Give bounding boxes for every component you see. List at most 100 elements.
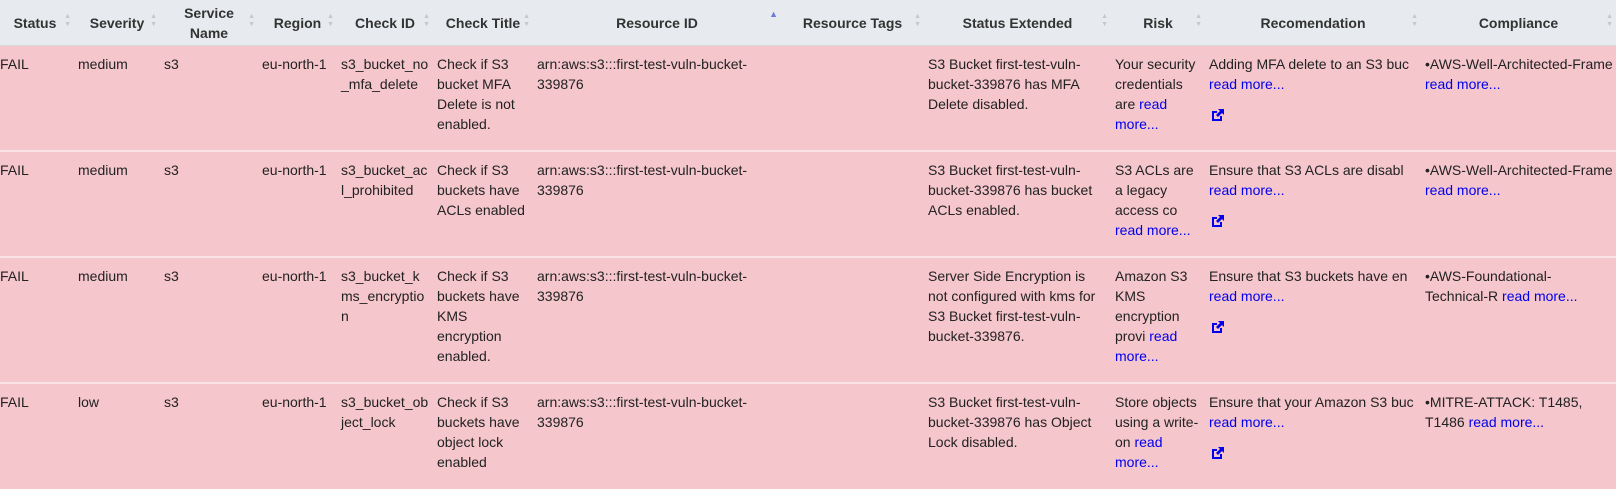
cell-status-extended: S3 Bucket first-test-vuln-bucket-339876 … <box>924 151 1111 258</box>
sort-icon[interactable]: ▲ ▼ <box>914 13 921 29</box>
findings-table: Status ▲ ▼ Severity ▲ ▼ Service Name ▲ ▼ Regio… <box>0 0 1616 489</box>
cell-risk: Store objects using a write-on read more… <box>1111 383 1205 489</box>
cell-resource-tags <box>781 383 924 489</box>
cell-severity: low <box>74 383 160 489</box>
column-label: Resource ID <box>616 14 698 31</box>
cell-region: eu-north-1 <box>258 257 337 384</box>
cell-recommendation: Adding MFA delete to an S3 buc read more.… <box>1205 45 1421 152</box>
sort-icon[interactable]: ▲ ▼ <box>1101 13 1108 29</box>
column-label: Resource Tags <box>802 14 903 31</box>
cell-status: FAIL <box>0 257 74 384</box>
cell-resource-tags <box>781 151 924 258</box>
cell-status-extended: S3 Bucket first-test-vuln-bucket-339876 … <box>924 383 1111 489</box>
cell-service: s3 <box>160 45 258 152</box>
column-label: Compliance <box>1478 14 1559 31</box>
column-header-compliance[interactable]: Compliance ▲ ▼ <box>1421 0 1616 46</box>
column-header-check-id[interactable]: Check ID ▲ ▼ <box>337 0 433 46</box>
risk-read-more-link[interactable]: read more... <box>1115 222 1190 238</box>
cell-check-title: Check if S3 buckets have KMS encryption … <box>433 257 533 384</box>
recommendation-read-more-link[interactable]: read more... <box>1209 414 1284 430</box>
column-label: Service Name <box>184 4 234 41</box>
column-header-status[interactable]: Status ▲ ▼ <box>0 0 74 46</box>
cell-recommendation: Ensure that your Amazon S3 buc read more.… <box>1205 383 1421 489</box>
cell-risk: S3 ACLs are a legacy access co read more… <box>1111 151 1205 258</box>
cell-recommendation: Ensure that S3 buckets have en read more.… <box>1205 257 1421 384</box>
findings-table-container: Status ▲ ▼ Severity ▲ ▼ Service Name ▲ ▼ Regio… <box>0 0 1616 489</box>
sort-icon[interactable]: ▲ ▼ <box>248 13 255 29</box>
column-label: Check ID <box>355 14 415 31</box>
compliance-read-more-link[interactable]: read more... <box>1425 76 1500 92</box>
cell-region: eu-north-1 <box>258 151 337 258</box>
cell-service: s3 <box>160 151 258 258</box>
column-header-resource-tags[interactable]: Resource Tags ▲ ▼ <box>781 0 924 46</box>
cell-status: FAIL <box>0 45 74 152</box>
external-link-icon[interactable] <box>1209 214 1225 230</box>
compliance-read-more-link[interactable]: read more... <box>1425 182 1500 198</box>
cell-service: s3 <box>160 383 258 489</box>
cell-severity: medium <box>74 257 160 384</box>
cell-status: FAIL <box>0 383 74 489</box>
cell-resource-tags <box>781 257 924 384</box>
column-header-severity[interactable]: Severity ▲ ▼ <box>74 0 160 46</box>
table-row: FAIL medium s3 eu-north-1 s3_bucket_kms_… <box>0 257 1616 384</box>
recommendation-read-more-link[interactable]: read more... <box>1209 288 1284 304</box>
risk-text: S3 ACLs are a legacy access co <box>1115 162 1194 218</box>
column-header-status-extended[interactable]: Status Extended ▲ ▼ <box>924 0 1111 46</box>
cell-severity: medium <box>74 151 160 258</box>
cell-check-title: Check if S3 bucket MFA Delete is not ena… <box>433 45 533 152</box>
sort-icon[interactable]: ▲ ▼ <box>64 13 71 29</box>
cell-region: eu-north-1 <box>258 383 337 489</box>
recommendation-text: Adding MFA delete to an S3 buc <box>1209 56 1410 72</box>
sort-icon[interactable]: ▲ ▼ <box>150 13 157 29</box>
cell-compliance: •AWS-Well-Architected-Framewo read more..… <box>1421 45 1616 152</box>
cell-risk: Amazon S3 KMS encryption provi read more… <box>1111 257 1205 384</box>
table-row: FAIL low s3 eu-north-1 s3_bucket_object_… <box>0 383 1616 489</box>
cell-compliance: •AWS-Well-Architected-Framewo read more..… <box>1421 151 1616 258</box>
cell-check-id: s3_bucket_kms_encryption <box>337 257 433 384</box>
column-header-recommendation[interactable]: Recomendation ▲ ▼ <box>1205 0 1421 46</box>
cell-check-id: s3_bucket_object_lock <box>337 383 433 489</box>
cell-resource-id: arn:aws:s3:::first-test-vuln-bucket-3398… <box>533 45 781 152</box>
cell-resource-id: arn:aws:s3:::first-test-vuln-bucket-3398… <box>533 151 781 258</box>
cell-check-id: s3_bucket_acl_prohibited <box>337 151 433 258</box>
sort-icon[interactable]: ▲ ▼ <box>1195 13 1202 29</box>
column-header-risk[interactable]: Risk ▲ ▼ <box>1111 0 1205 46</box>
cell-severity: medium <box>74 45 160 152</box>
recommendation-read-more-link[interactable]: read more... <box>1209 76 1284 92</box>
column-header-region[interactable]: Region ▲ ▼ <box>258 0 337 46</box>
column-header-service-name[interactable]: Service Name ▲ ▼ <box>160 0 258 46</box>
column-header-check-title[interactable]: Check Title ▲ ▼ <box>433 0 533 46</box>
column-label: Region <box>273 14 322 31</box>
header-row: Status ▲ ▼ Severity ▲ ▼ Service Name ▲ ▼ Regio… <box>0 0 1616 46</box>
compliance-read-more-link[interactable]: read more... <box>1469 414 1544 430</box>
external-link-icon[interactable] <box>1209 446 1225 462</box>
recommendation-text: Ensure that your Amazon S3 buc <box>1209 394 1414 410</box>
cell-resource-id: arn:aws:s3:::first-test-vuln-bucket-3398… <box>533 383 781 489</box>
recommendation-read-more-link[interactable]: read more... <box>1209 182 1284 198</box>
external-link-icon[interactable] <box>1209 320 1225 336</box>
cell-status: FAIL <box>0 151 74 258</box>
sort-icon[interactable]: ▲ ▼ <box>327 13 334 29</box>
cell-check-id: s3_bucket_no_mfa_delete <box>337 45 433 152</box>
cell-resource-tags <box>781 45 924 152</box>
compliance-text: •AWS-Well-Architected-Framewo <box>1425 56 1612 72</box>
column-label: Status Extended <box>962 14 1073 31</box>
compliance-read-more-link[interactable]: read more... <box>1502 288 1577 304</box>
column-label: Recomendation <box>1260 14 1366 31</box>
recommendation-text: Ensure that S3 buckets have en <box>1209 268 1408 284</box>
external-link-icon[interactable] <box>1209 108 1225 124</box>
cell-status-extended: Server Side Encryption is not configured… <box>924 257 1111 384</box>
cell-check-title: Check if S3 buckets have ACLs enabled <box>433 151 533 258</box>
column-label: Check Title <box>445 14 521 31</box>
sort-icon[interactable]: ▲ ▼ <box>423 13 430 29</box>
cell-resource-id: arn:aws:s3:::first-test-vuln-bucket-3398… <box>533 257 781 384</box>
sort-icon[interactable]: ▲ ▼ <box>1606 13 1613 29</box>
sort-icon[interactable]: ▲ ▼ <box>523 13 530 29</box>
compliance-text: •AWS-Well-Architected-Framewo <box>1425 162 1612 178</box>
sort-icon[interactable]: ▲ ▼ <box>1411 13 1418 29</box>
sort-ascending-icon[interactable]: ▲ <box>769 10 778 19</box>
column-label: Risk <box>1143 14 1173 31</box>
cell-risk: Your security credentials are read more.… <box>1111 45 1205 152</box>
cell-compliance: •MITRE-ATTACK: T1485, T1486 read more... <box>1421 383 1616 489</box>
column-header-resource-id[interactable]: Resource ID ▲ <box>533 0 781 46</box>
